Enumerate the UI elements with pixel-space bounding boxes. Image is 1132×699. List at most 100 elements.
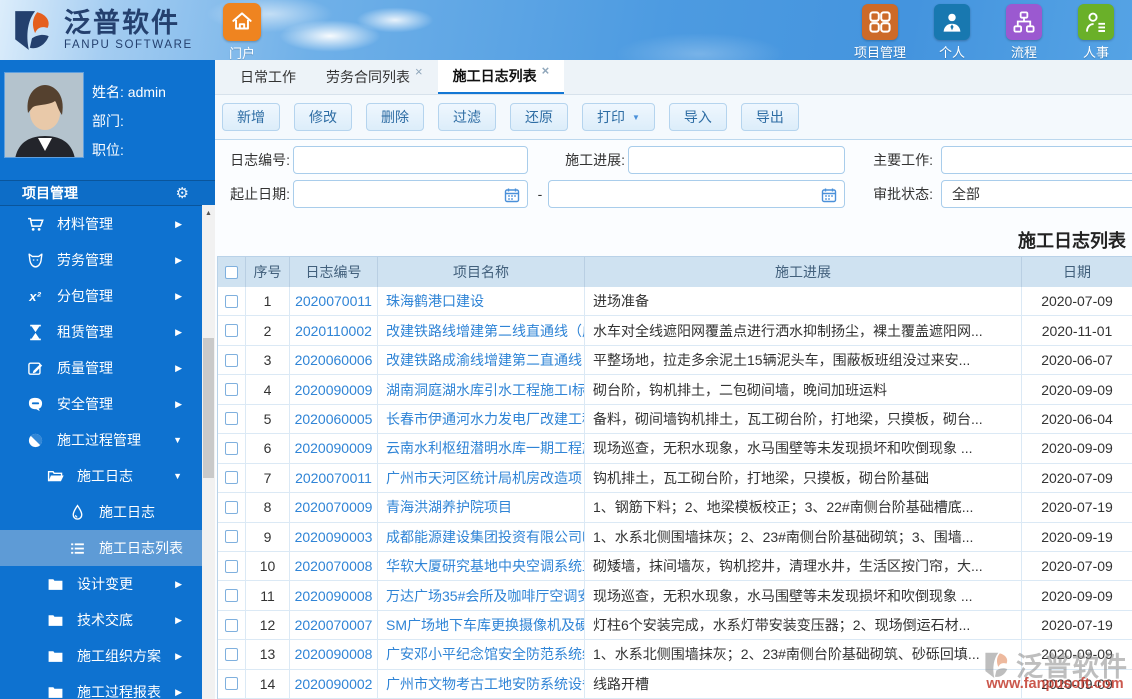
module-personal[interactable]: 个人 <box>924 4 980 61</box>
cell-project[interactable]: 改建铁路线增建第二线直通线（成... <box>378 316 585 345</box>
cell-project[interactable]: 华软大厦研究基地中央空调系统工程 <box>378 551 585 581</box>
scroll-up-icon[interactable]: ▲ <box>202 210 215 217</box>
table-row[interactable]: 32020060006改建铁路成渝线增建第二直通线（...平整场地，拉走多余泥土… <box>218 345 1132 376</box>
sidebar-item[interactable]: 施工日志 ▼ <box>0 458 202 494</box>
table-row[interactable]: 92020090003成都能源建设集团投资有限公司临...1、水系北侧围墙抹灰；… <box>218 522 1132 552</box>
cell-log-no[interactable]: 2020070009 <box>290 493 378 522</box>
column-header[interactable]: 项目名称 <box>378 257 585 287</box>
cell-log-no[interactable]: 2020070011 <box>290 287 378 316</box>
gear-icon[interactable]: ⚙ <box>176 181 189 206</box>
sidebar-item[interactable]: 劳务管理 ▶ <box>0 242 202 278</box>
row-checkbox[interactable] <box>225 471 238 485</box>
row-checkbox[interactable] <box>225 441 238 455</box>
row-checkbox[interactable] <box>225 324 238 338</box>
table-row[interactable]: 142020090002广州市文物考古工地安防系统设备...线路开槽2020-0… <box>218 669 1132 699</box>
row-checkbox[interactable] <box>225 500 238 514</box>
cell-project[interactable]: 广州市天河区统计局机房改造项目 <box>378 463 585 493</box>
table-row[interactable]: 102020070008华软大厦研究基地中央空调系统工程砌矮墙，抹间墙灰，钩机挖… <box>218 551 1132 582</box>
toolbar-button[interactable]: 新增 <box>222 103 280 131</box>
cell-log-no[interactable]: 2020090009 <box>290 434 378 463</box>
table-row[interactable]: 22020110002改建铁路线增建第二线直通线（成...水车对全线遮阳网覆盖点… <box>218 316 1132 346</box>
sidebar-item[interactable]: x² 分包管理 ▶ <box>0 278 202 314</box>
row-checkbox[interactable] <box>225 647 238 661</box>
tab[interactable]: 施工日志列表 × <box>437 60 565 94</box>
sidebar-item[interactable]: 质量管理 ▶ <box>0 350 202 386</box>
module-project-management[interactable]: 项目管理 <box>852 4 908 61</box>
cell-project[interactable]: 长春市伊通河水力发电厂改建工程 <box>378 404 585 434</box>
cell-project[interactable]: SM广场地下车库更换摄像机及硬... <box>378 610 585 640</box>
table-row[interactable]: 4 2020090009 湖南洞庭湖水库引水工程施工I标 砌台阶，钩机排土，二包砌间墙… <box>218 375 1132 405</box>
cell-project[interactable]: 湖南洞庭湖水库引水工程施工I标 <box>378 375 585 404</box>
calendar-icon[interactable] <box>821 187 837 203</box>
start-date-input[interactable] <box>293 180 528 208</box>
toolbar-button[interactable]: 删除 <box>366 103 424 131</box>
module-workflow[interactable]: 流程 <box>996 4 1052 61</box>
cell-log-no[interactable]: 2020090003 <box>290 522 378 551</box>
sidebar-item[interactable]: 技术交底 ▶ <box>0 602 202 638</box>
module-hr[interactable]: 人事 <box>1068 4 1124 61</box>
cell-log-no[interactable]: 2020090008 <box>290 640 378 669</box>
cell-project[interactable]: 珠海鹤港口建设 <box>378 287 585 316</box>
cell-project[interactable]: 云南水利枢纽潜明水库一期工程施... <box>378 434 585 463</box>
progress-input[interactable] <box>628 146 845 174</box>
table-row[interactable]: 8 2020070009 青海洪湖养护院项目 1、钢筋下料；2、地梁模板校正；3、22… <box>218 493 1132 523</box>
tab[interactable]: 日常工作 <box>225 60 311 94</box>
row-checkbox[interactable] <box>225 530 238 544</box>
toolbar-button[interactable]: 打印 ▼ <box>582 103 655 131</box>
status-select[interactable]: 全部 <box>941 180 1132 208</box>
portal-button[interactable]: 门户 <box>220 3 264 62</box>
table-row[interactable]: 5 2020060005 长春市伊通河水力发电厂改建工程 备料，砌间墙钩机排土，瓦工砌… <box>218 404 1132 435</box>
cell-log-no[interactable]: 2020060006 <box>290 345 378 375</box>
table-row[interactable]: 132020090008广安邓小平纪念馆安全防范系统维...1、水系北侧围墙抹灰… <box>218 640 1132 670</box>
sidebar-item[interactable]: 设计变更 ▶ <box>0 566 202 602</box>
sidebar-item[interactable]: 施工过程管理 ▼ <box>0 422 202 458</box>
row-checkbox[interactable] <box>225 559 238 573</box>
sidebar-item[interactable]: 施工日志 <box>0 494 202 530</box>
cell-project[interactable]: 青海洪湖养护院项目 <box>378 493 585 522</box>
column-header[interactable]: 日期 <box>1022 257 1132 287</box>
table-row[interactable]: 11 2020090008 万达广场35#会所及咖啡厅空调安... 现场巡查，无积水现… <box>218 581 1132 611</box>
cell-log-no[interactable]: 2020090002 <box>290 669 378 699</box>
toolbar-button[interactable]: 导出 <box>740 103 799 131</box>
sidebar-item[interactable]: 施工组织方案 ▶ <box>0 638 202 674</box>
toolbar-button[interactable]: 导入 <box>668 103 727 131</box>
cell-project[interactable]: 万达广场35#会所及咖啡厅空调安... <box>378 581 585 610</box>
cell-log-no[interactable]: 2020110002 <box>290 316 378 345</box>
sidebar-item[interactable]: 施工日志列表 <box>0 530 202 566</box>
toolbar-button[interactable]: 修改 <box>294 103 352 131</box>
cell-log-no[interactable]: 2020090009 <box>290 375 378 404</box>
column-header[interactable]: 序号 <box>246 257 290 287</box>
row-checkbox[interactable] <box>225 677 238 691</box>
tab[interactable]: 劳务合同列表 × <box>311 60 438 94</box>
close-icon[interactable]: × <box>415 64 423 79</box>
row-checkbox[interactable] <box>225 353 238 367</box>
sidebar-item[interactable]: 安全管理 ▶ <box>0 386 202 422</box>
cell-log-no[interactable]: 2020070008 <box>290 551 378 581</box>
cell-project[interactable]: 广安邓小平纪念馆安全防范系统维... <box>378 640 585 669</box>
sidebar-item[interactable]: 施工过程报表 ▶ <box>0 674 202 699</box>
select-all-checkbox[interactable] <box>225 265 238 279</box>
row-checkbox[interactable] <box>225 383 238 397</box>
table-row[interactable]: 7 2020070011 广州市天河区统计局机房改造项目 钩机排土，瓦工砌台阶，打地梁… <box>218 463 1132 494</box>
row-checkbox[interactable] <box>225 618 238 632</box>
column-header[interactable]: 日志编号 <box>290 257 378 287</box>
cell-log-no[interactable]: 2020090008 <box>290 581 378 610</box>
cell-project[interactable]: 成都能源建设集团投资有限公司临... <box>378 522 585 551</box>
toolbar-button[interactable]: 还原 <box>510 103 568 131</box>
cell-log-no[interactable]: 2020070011 <box>290 463 378 493</box>
log-no-input[interactable] <box>293 146 528 174</box>
calendar-icon[interactable] <box>504 187 520 203</box>
sidebar-item[interactable]: 租赁管理 ▶ <box>0 314 202 350</box>
row-checkbox[interactable] <box>225 589 238 603</box>
row-checkbox[interactable] <box>225 294 238 308</box>
row-checkbox[interactable] <box>225 412 238 426</box>
table-row[interactable]: 62020090009云南水利枢纽潜明水库一期工程施...现场巡查，无积水现象，… <box>218 434 1132 464</box>
toolbar-button[interactable]: 过滤 <box>438 103 496 131</box>
cell-log-no[interactable]: 2020070007 <box>290 610 378 640</box>
table-row[interactable]: 1 2020070011 珠海鹤港口建设 进场准备 2020-07-09 <box>218 287 1132 317</box>
main-work-input[interactable] <box>941 146 1132 174</box>
cell-project[interactable]: 改建铁路成渝线增建第二直通线（... <box>378 345 585 375</box>
table-row[interactable]: 12 2020070007 SM广场地下车库更换摄像机及硬... 灯柱6个安装完成，水… <box>218 610 1132 641</box>
sidebar-scrollbar[interactable]: ▲ <box>202 205 215 699</box>
cell-log-no[interactable]: 2020060005 <box>290 404 378 434</box>
